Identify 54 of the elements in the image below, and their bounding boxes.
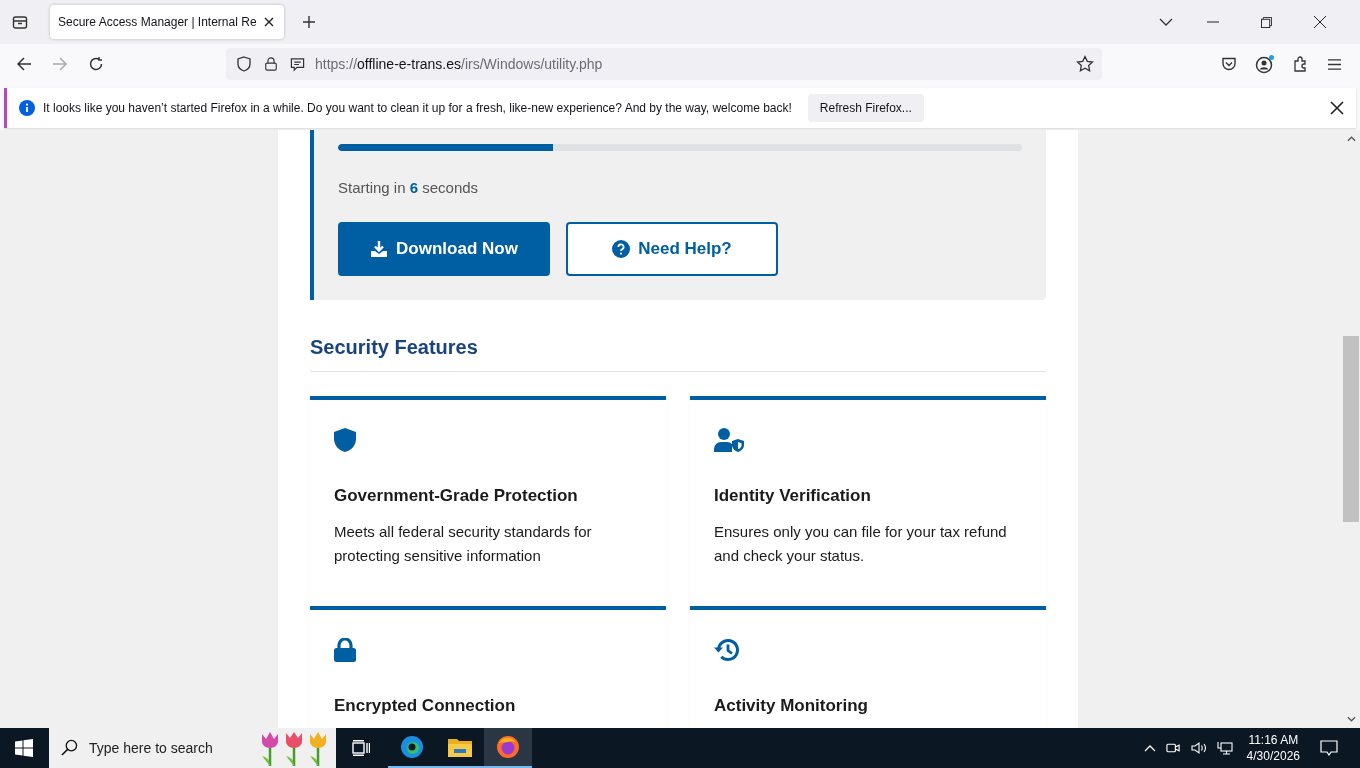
- question-icon: [612, 240, 631, 258]
- scroll-down-icon: [1346, 716, 1356, 722]
- puzzle-icon[interactable]: [1293, 56, 1309, 72]
- close-icon[interactable]: [264, 17, 274, 27]
- info-icon: [19, 100, 35, 116]
- close-icon[interactable]: [1330, 101, 1344, 115]
- chevron-up-icon[interactable]: [1143, 744, 1156, 752]
- chevron-down-icon[interactable]: [1159, 18, 1173, 26]
- speech-bubble-icon: [290, 56, 305, 72]
- task-view-icon[interactable]: [352, 740, 370, 756]
- feature-title: Encrypted Connection: [334, 696, 516, 716]
- account-icon[interactable]: [1255, 54, 1275, 74]
- shield-icon: [236, 56, 252, 72]
- download-now-button[interactable]: Download Now: [338, 222, 550, 276]
- section-heading: Security Features: [310, 336, 1046, 372]
- refresh-firefox-button[interactable]: Refresh Firefox...: [807, 94, 924, 122]
- search-icon: [61, 739, 78, 756]
- history-icon: [714, 638, 740, 662]
- taskbar-search-field[interactable]: Type here to search: [49, 728, 336, 768]
- browser-tab[interactable]: Secure Access Manager | Internal Re: [50, 5, 284, 39]
- download-icon: [370, 240, 389, 258]
- speaker-icon[interactable]: [1190, 741, 1207, 755]
- feature-description: Meets all federal security standards for protecting sensitive information: [334, 522, 593, 566]
- reload-icon[interactable]: [88, 56, 104, 72]
- time-text: 11:16 AM: [1248, 732, 1299, 748]
- url-text: https://offline-e-trans.es/irs/Windows/utility.php: [315, 56, 604, 72]
- new-tab-icon[interactable]: [302, 15, 316, 29]
- padlock-icon: [334, 638, 356, 662]
- need-help-button[interactable]: Need Help?: [566, 222, 778, 276]
- feature-description: Ensures only you can file for your tax refund and check your status.: [714, 522, 1008, 566]
- address-bar[interactable]: https://offline-e-trans.es/irs/Windows/utility.php: [226, 48, 1102, 80]
- countdown-text: Starting in 6 seconds: [338, 179, 480, 196]
- scroll-up-icon: [1346, 136, 1356, 142]
- pocket-icon[interactable]: [1221, 56, 1237, 72]
- close-icon[interactable]: [1314, 16, 1326, 28]
- star-icon[interactable]: [1076, 55, 1094, 73]
- feature-title: Activity Monitoring: [714, 696, 868, 716]
- scrollbar-thumb[interactable]: [1343, 336, 1359, 522]
- notifications-icon[interactable]: [1320, 740, 1338, 756]
- camera-icon[interactable]: [1165, 741, 1181, 755]
- tab-list-icon[interactable]: [12, 14, 28, 30]
- clock[interactable]: 11:16 AM 4/30/2026: [1246, 732, 1300, 764]
- restore-icon[interactable]: [1261, 16, 1272, 28]
- windows-start-icon[interactable]: [15, 739, 33, 757]
- network-icon[interactable]: [1216, 741, 1233, 755]
- feature-title: Government-Grade Protection: [334, 486, 578, 506]
- user-shield-icon: [714, 428, 744, 452]
- shield-icon: [334, 428, 356, 452]
- feature-title: Identity Verification: [714, 486, 871, 506]
- back-arrow-icon[interactable]: [16, 56, 32, 72]
- notification-message: It looks like you haven’t started Firefox in a while. Do you want to clean it up for a fresh, like-new experience? And by the way, welcome back!: [43, 101, 792, 115]
- date-text: 4/30/2026: [1246, 748, 1300, 764]
- padlock-icon: [264, 56, 278, 72]
- menu-icon[interactable]: [1327, 57, 1342, 71]
